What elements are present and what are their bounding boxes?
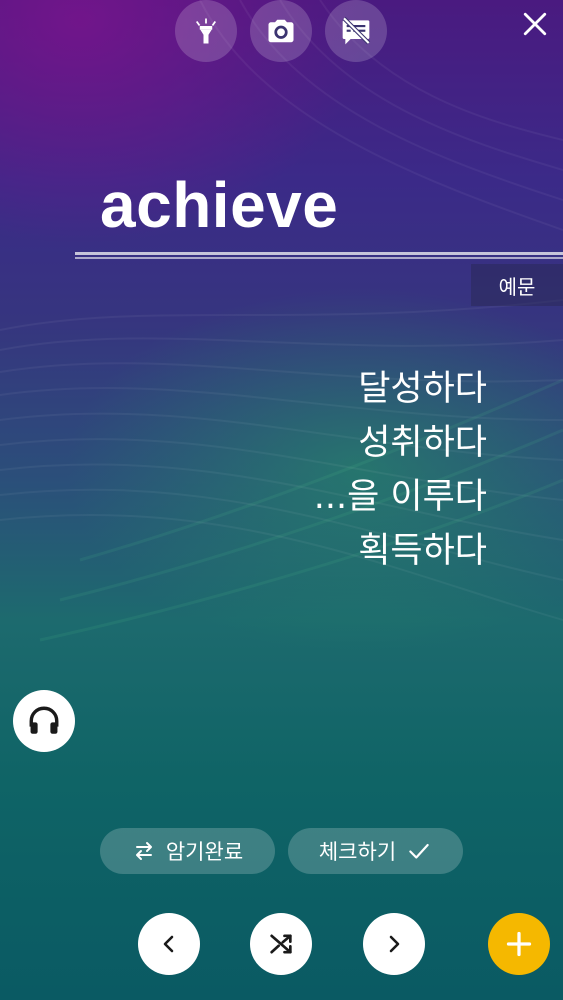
close-icon (523, 12, 547, 36)
check-button[interactable]: 체크하기 (288, 828, 463, 874)
meaning-item: 획득하다 (358, 531, 487, 571)
add-button[interactable] (488, 913, 550, 975)
close-button[interactable] (517, 6, 553, 42)
camera-button[interactable] (250, 0, 312, 62)
listen-button[interactable] (13, 690, 75, 752)
subtitles-off-button[interactable] (325, 0, 387, 62)
example-sentence-tab[interactable]: 예문 (471, 264, 563, 306)
meaning-item: 달성하다 (358, 369, 487, 409)
swap-arrows-icon (135, 842, 152, 860)
checkmark-icon (409, 843, 429, 859)
chevron-right-icon (389, 935, 400, 953)
headphones-icon (29, 706, 59, 734)
subtitles-off-icon (342, 16, 371, 45)
meaning-item: ...을 이루다 (313, 477, 487, 517)
camera-icon (268, 19, 294, 43)
meaning-item: 성취하다 (358, 423, 487, 463)
previous-button[interactable] (138, 913, 200, 975)
meaning-list: 달성하다 성취하다 ...을 이루다 획득하다 (314, 362, 487, 578)
word-divider (75, 252, 563, 259)
chevron-left-icon (163, 935, 174, 953)
shuffle-icon (270, 934, 292, 954)
flashlight-button[interactable] (175, 0, 237, 62)
next-button[interactable] (363, 913, 425, 975)
vocab-word: achieve (100, 169, 339, 241)
shuffle-button[interactable] (250, 913, 312, 975)
memorized-label: 암기완료 (165, 840, 244, 864)
plus-icon (506, 931, 532, 957)
check-label: 체크하기 (318, 840, 397, 864)
memorized-button[interactable]: 암기완료 (100, 828, 275, 874)
flashlight-icon (195, 18, 217, 44)
